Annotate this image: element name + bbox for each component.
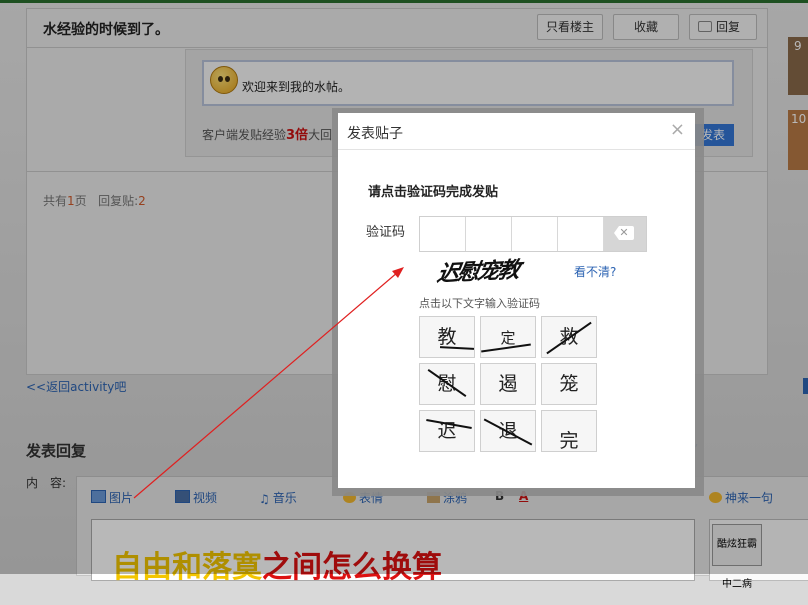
arrow-line (133, 271, 399, 499)
annotation-arrow (133, 267, 404, 499)
